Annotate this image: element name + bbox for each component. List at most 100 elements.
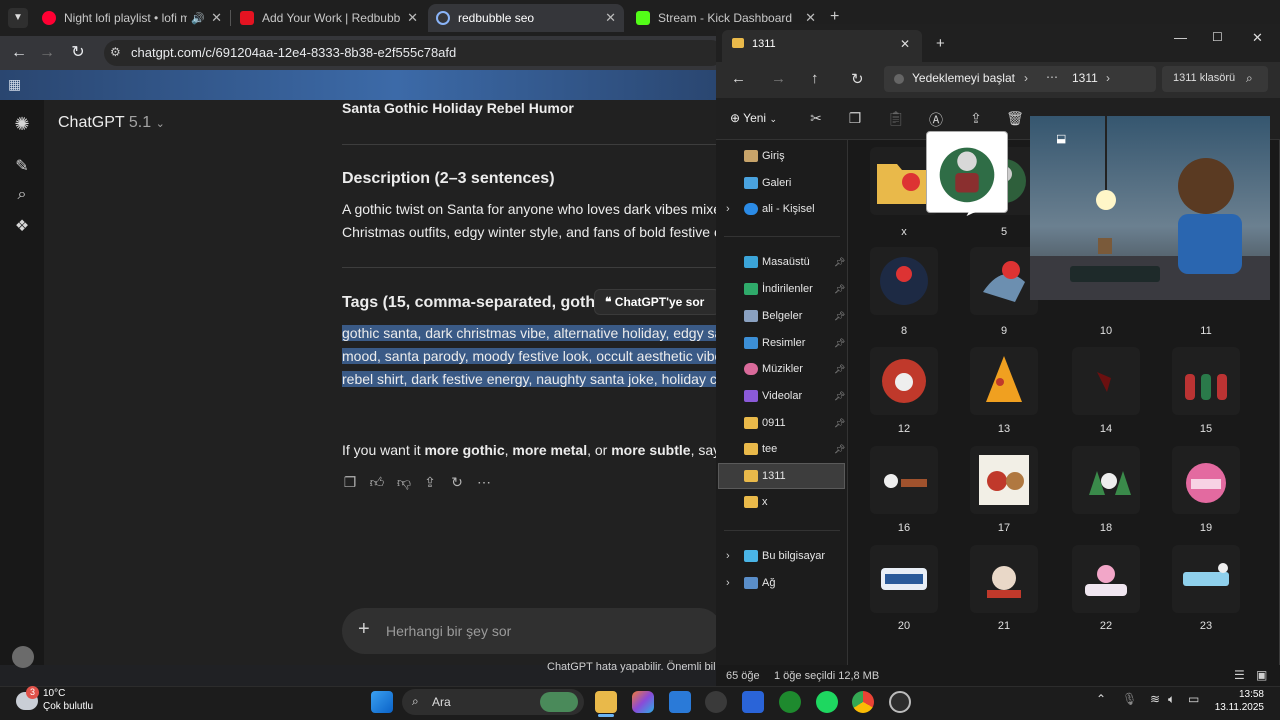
xbox-icon[interactable] — [779, 691, 801, 713]
file-thumbnail[interactable] — [870, 347, 938, 415]
new-button[interactable]: ⊕ Yeni ⌄ — [730, 111, 777, 125]
nav-home[interactable]: Giriş — [744, 144, 785, 168]
minimize-icon[interactable]: — — [1174, 30, 1187, 45]
nav-folder-1311[interactable]: 1311 — [744, 464, 786, 488]
file-thumbnail[interactable] — [1072, 347, 1140, 415]
file-thumbnail[interactable] — [970, 347, 1038, 415]
recording-app-icon[interactable] — [889, 691, 911, 713]
close-tab-icon[interactable]: ✕ — [605, 10, 616, 26]
store-icon[interactable] — [669, 691, 691, 713]
nav-folder-0911[interactable]: 0911 — [744, 411, 786, 435]
speaker-icon[interactable]: 🔈︎ — [1168, 692, 1175, 707]
more-icon[interactable]: ⋯ — [1046, 70, 1058, 84]
close-tab-icon[interactable]: ✕ — [211, 10, 222, 26]
wifi-icon[interactable]: ≋ — [1150, 692, 1160, 706]
copy-icon[interactable]: ❐ — [341, 474, 359, 492]
breadcrumb-backup[interactable]: Yedeklemeyi başlat — [912, 71, 1015, 85]
file-thumbnail[interactable] — [1072, 446, 1140, 514]
copy-icon[interactable]: ❐ — [845, 110, 865, 130]
file-thumbnail[interactable] — [970, 545, 1038, 613]
copilot-icon[interactable] — [632, 691, 654, 713]
file-thumbnail[interactable] — [970, 247, 1038, 315]
tiles-view-icon[interactable]: ▣ — [1256, 668, 1267, 682]
nav-downloads[interactable]: İndirilenler — [744, 277, 813, 301]
file-thumbnail[interactable] — [870, 247, 938, 315]
regenerate-icon[interactable]: ↻ — [448, 474, 466, 492]
nav-videos[interactable]: Videolar — [744, 384, 802, 408]
cut-icon[interactable]: ✂ — [806, 110, 826, 130]
battery-icon[interactable]: ▭ — [1188, 692, 1199, 706]
plus-icon[interactable]: + — [358, 618, 370, 641]
close-tab-icon[interactable]: ✕ — [407, 10, 418, 26]
nav-gallery[interactable]: Galeri — [744, 171, 791, 195]
library-icon[interactable]: ❖ — [12, 216, 32, 236]
taskbar-search[interactable]: ⌕ Ara — [402, 689, 584, 715]
thumbs-up-icon[interactable]: 👍︎ — [368, 474, 386, 492]
close-window-icon[interactable]: ✕ — [1252, 30, 1263, 46]
thumbs-down-icon[interactable]: 👎︎ — [395, 474, 413, 492]
picture-in-picture-video[interactable]: ⬓ — [1030, 116, 1270, 300]
speaker-icon[interactable]: 🔊 — [191, 12, 205, 25]
editor-icon[interactable] — [742, 691, 764, 713]
maximize-icon[interactable]: ☐ — [1212, 30, 1223, 44]
rename-icon[interactable]: Ⓐ — [926, 110, 946, 130]
share-icon[interactable]: ⇪ — [421, 474, 439, 492]
dragged-file-thumbnail[interactable] — [926, 131, 1008, 213]
nav-onedrive[interactable]: ali - Kişisel — [744, 197, 815, 221]
ask-chatgpt-popup[interactable]: ❝ ChatGPT'ye sor — [594, 289, 720, 315]
message-composer[interactable]: + Herhangi bir şey sor — [342, 608, 722, 654]
share-icon[interactable]: ⇪ — [966, 110, 986, 130]
file-thumbnail[interactable] — [1172, 347, 1240, 415]
nav-documents[interactable]: Belgeler — [744, 304, 802, 328]
spotify-icon[interactable] — [816, 691, 838, 713]
delete-icon[interactable]: 🗑︎ — [1005, 110, 1025, 130]
apps-grid-icon[interactable]: ▦ — [8, 76, 21, 93]
new-tab-icon[interactable]: + — [936, 35, 945, 52]
file-thumbnail[interactable] — [1072, 545, 1140, 613]
start-windows-icon[interactable] — [371, 691, 393, 713]
close-tab-icon[interactable]: ✕ — [900, 37, 910, 51]
reload-icon[interactable]: ↻ — [67, 42, 89, 64]
chevron-right-icon[interactable]: › — [726, 203, 730, 215]
microphone-icon[interactable]: 🎙︎ — [1122, 692, 1137, 706]
tab-redbubble-seo[interactable]: redbubble seo ✕ — [428, 4, 624, 32]
app-icon[interactable] — [705, 691, 727, 713]
file-thumbnail[interactable] — [970, 446, 1038, 514]
details-view-icon[interactable]: ☰ — [1234, 668, 1245, 682]
model-selector[interactable]: ChatGPT 5.1 ⌄ — [58, 114, 165, 132]
new-chat-icon[interactable]: ✎ — [12, 156, 32, 176]
nav-network[interactable]: Ağ — [744, 571, 775, 595]
nav-this-pc[interactable]: Bu bilgisayar — [744, 544, 825, 568]
file-explorer-icon[interactable] — [595, 691, 617, 713]
tab-lofi[interactable]: Night lofi playlist • lofi music 🔊 ✕ — [34, 4, 230, 32]
search-icon[interactable]: ⌕ — [12, 186, 32, 206]
nav-desktop[interactable]: Masaüstü — [744, 250, 810, 274]
file-thumbnail[interactable] — [1172, 446, 1240, 514]
more-icon[interactable]: ⋯ — [475, 474, 493, 492]
breadcrumb-folder[interactable]: 1311 — [1072, 71, 1098, 85]
nav-music[interactable]: Müzikler — [744, 357, 803, 381]
file-thumbnail[interactable] — [1172, 545, 1240, 613]
back-icon[interactable]: ← — [8, 42, 30, 64]
chevron-right-icon[interactable]: › — [726, 550, 730, 562]
forward-icon[interactable]: → — [771, 70, 786, 87]
paste-icon[interactable]: 📋︎ — [886, 110, 906, 130]
tab-search-button[interactable]: ▼ — [8, 8, 28, 28]
chevron-right-icon[interactable]: › — [726, 577, 730, 589]
avatar[interactable] — [12, 646, 34, 668]
up-icon[interactable]: ↑ — [811, 70, 819, 87]
tab-redbubble[interactable]: Add Your Work | Redbubble ✕ — [232, 4, 426, 32]
nav-folder-tee[interactable]: tee — [744, 437, 777, 461]
site-info-icon[interactable]: ⚙ — [110, 45, 121, 59]
nav-pictures[interactable]: Resimler — [744, 331, 805, 355]
return-to-tab-icon[interactable]: ⬓ — [1056, 132, 1066, 145]
chrome-icon[interactable] — [852, 691, 874, 713]
refresh-icon[interactable]: ↻ — [851, 70, 864, 88]
nav-folder-x[interactable]: x — [744, 490, 768, 514]
chevron-up-icon[interactable]: ⌃ — [1096, 692, 1106, 706]
back-icon[interactable]: ← — [731, 70, 746, 87]
file-thumbnail[interactable] — [870, 446, 938, 514]
openai-logo-icon[interactable]: ✺ — [12, 114, 32, 134]
forward-icon[interactable]: → — [36, 42, 58, 64]
clock[interactable]: 13:58 13.11.2025 — [1212, 688, 1264, 714]
